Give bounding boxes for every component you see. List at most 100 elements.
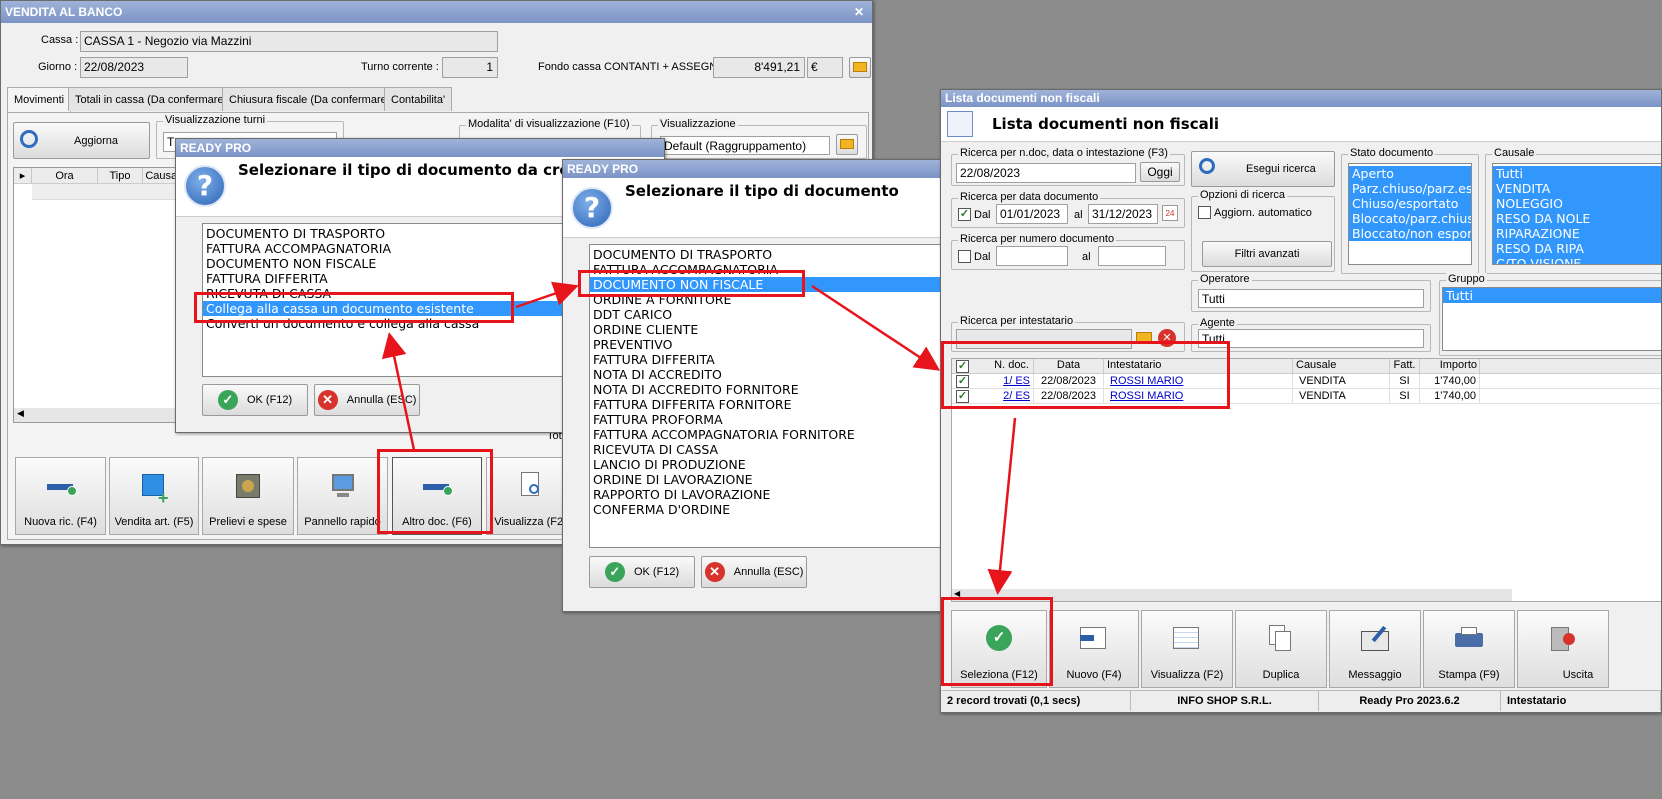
stato-list-item[interactable]: Aperto	[1349, 166, 1471, 181]
causale-list-item[interactable]: Tutti	[1493, 166, 1661, 181]
dal-checkbox[interactable]: ✓	[958, 208, 971, 221]
filtri-avanzati-button[interactable]: Filtri avanzati	[1202, 241, 1332, 267]
dialog2-list-item[interactable]: DOCUMENTO NON FISCALE	[590, 277, 958, 292]
vendita-art-button[interactable]: + Vendita art. (F5)	[109, 457, 199, 535]
dialog2-list-item[interactable]: ORDINE DI LAVORAZIONE	[590, 472, 958, 487]
dialog1-list-item[interactable]: FATTURA DIFFERITA	[203, 271, 565, 286]
seleziona-button[interactable]: ✓ Seleziona (F12)	[951, 610, 1047, 688]
gruppo-item[interactable]: Tutti	[1443, 288, 1661, 303]
stato-list-item[interactable]: Bloccato/non esportab	[1349, 226, 1471, 241]
dialog1-list-item[interactable]: FATTURA ACCOMPAGNATORIA	[203, 241, 565, 256]
table-row[interactable]: ✓ 2/ ES 22/08/2023 ROSSI MARIO VENDITA SI 1'74…	[952, 389, 1661, 404]
col-ora[interactable]: Ora	[32, 168, 98, 184]
tab-chiusura[interactable]: Chiusura fiscale (Da confermare)	[222, 87, 398, 111]
stato-list-item[interactable]: Bloccato/parz.chiuso	[1349, 211, 1471, 226]
dialog2-list-item[interactable]: PREVENTIVO	[590, 337, 958, 352]
dialog2-ok-button[interactable]: ✓ OK (F12)	[589, 556, 695, 588]
causale-list-item[interactable]: C/TO VISIONE	[1493, 256, 1661, 264]
cell-ndoc[interactable]: 2/ ES	[976, 389, 1034, 404]
operatore-select[interactable]: Tutti	[1198, 289, 1424, 308]
intestatario-input[interactable]	[956, 329, 1132, 349]
visualizza-lista-button[interactable]: Visualizza (F2)	[1141, 610, 1233, 688]
causale-list-item[interactable]: RIPARAZIONE	[1493, 226, 1661, 241]
stato-list[interactable]: ApertoParz.chiuso/parz.espoChiuso/esport…	[1348, 163, 1472, 265]
dialog2-list-item[interactable]: FATTURA DIFFERITA	[590, 352, 958, 367]
num-dal-checkbox[interactable]	[958, 250, 971, 263]
visualizzazione-select[interactable]: Default (Raggruppamento)	[660, 136, 830, 155]
col-fatt[interactable]: Fatt.	[1390, 359, 1420, 374]
dialog1-ok-button[interactable]: ✓ OK (F12)	[202, 384, 308, 416]
dialog2-list-item[interactable]: FATTURA ACCOMPAGNATORIA	[590, 262, 958, 277]
close-icon[interactable]: ✕	[854, 1, 864, 23]
dialog2-list-item[interactable]: FATTURA DIFFERITA FORNITORE	[590, 397, 958, 412]
dialog1-document-list[interactable]: DOCUMENTO DI TRASPORTO FATTURA ACCOMPAGNA…	[202, 223, 566, 377]
dialog2-list-item[interactable]: FATTURA ACCOMPAGNATORIA FORNITORE	[590, 427, 958, 442]
gruppo-list[interactable]: Tutti	[1442, 287, 1661, 351]
messaggio-button[interactable]: Messaggio	[1329, 610, 1421, 688]
num-al-input[interactable]	[1098, 246, 1166, 266]
dialog1-list-item[interactable]: DOCUMENTO DI TRASPORTO	[203, 226, 565, 241]
dialog2-list-item[interactable]: RAPPORTO DI LAVORAZIONE	[590, 487, 958, 502]
cell-intestatario[interactable]: ROSSI MARIO	[1107, 374, 1293, 389]
causale-list-item[interactable]: NOLEGGIO	[1493, 196, 1661, 211]
oggi-button[interactable]: Oggi	[1140, 162, 1180, 182]
dialog1-list-item[interactable]: DOCUMENTO NON FISCALE	[203, 256, 565, 271]
stato-list-item[interactable]: Parz.chiuso/parz.espo	[1349, 181, 1471, 196]
col-intestatario[interactable]: Intestatario	[1107, 359, 1293, 374]
visualizzazione-folder-button[interactable]	[836, 134, 858, 155]
documents-hscroll[interactable]: ◀	[952, 589, 1512, 601]
dialog2-list-item[interactable]: ORDINE CLIENTE	[590, 322, 958, 337]
dialog1-cancel-button[interactable]: ✕ Annulla (ESC)	[314, 384, 420, 416]
aggiorn-checkbox[interactable]	[1198, 206, 1211, 219]
dialog2-list-item[interactable]: DOCUMENTO DI TRASPORTO	[590, 247, 958, 262]
stampa-button[interactable]: Stampa (F9)	[1423, 610, 1515, 688]
causale-list-item[interactable]: VENDITA	[1493, 181, 1661, 196]
tab-totali[interactable]: Totali in cassa (Da confermare)	[68, 87, 235, 111]
dialog2-cancel-button[interactable]: ✕ Annulla (ESC)	[701, 556, 807, 588]
tab-contabilita[interactable]: Contabilita'	[384, 87, 453, 111]
dialog2-list-item[interactable]: DDT CARICO	[590, 307, 958, 322]
dialog1-list-item[interactable]: RICEVUTA DI CASSA	[203, 286, 565, 301]
table-row[interactable]: ✓ 1/ ES 22/08/2023 ROSSI MARIO VENDITA SI 1'74…	[952, 374, 1661, 389]
altro-doc-button[interactable]: Altro doc. (F6)	[392, 457, 482, 535]
cell-intestatario[interactable]: ROSSI MARIO	[1107, 389, 1293, 404]
dialog2-list-item[interactable]: RICEVUTA DI CASSA	[590, 442, 958, 457]
dialog2-list-item[interactable]: NOTA DI ACCREDITO	[590, 367, 958, 382]
clear-icon[interactable]: ✕	[1158, 329, 1176, 347]
dialog2-list-item[interactable]: NOTA DI ACCREDITO FORNITORE	[590, 382, 958, 397]
uscita-button[interactable]: Uscita	[1517, 610, 1609, 688]
col-ndoc[interactable]: N. doc.	[976, 359, 1034, 374]
nuova-ric-button[interactable]: Nuova ric. (F4)	[15, 457, 106, 535]
cell-ndoc[interactable]: 1/ ES	[976, 374, 1034, 389]
dialog2-list-item[interactable]: ORDINE A FORNITORE	[590, 292, 958, 307]
calendar-icon[interactable]: 24	[1162, 205, 1178, 221]
col-causale[interactable]: Causale	[1296, 359, 1390, 374]
num-dal-input[interactable]	[996, 246, 1068, 266]
folder-button[interactable]	[849, 57, 871, 78]
causale-list[interactable]: Tutti VENDITA NOLEGGIO RESO DA NOLE RIPARAZI…	[1492, 163, 1661, 265]
esegui-ricerca-button[interactable]: Esegui ricerca	[1191, 151, 1335, 187]
data-al-input[interactable]: 31/12/2023	[1088, 204, 1158, 224]
row-checkbox-icon[interactable]: ✓	[956, 375, 969, 388]
col-importo[interactable]: Importo	[1420, 359, 1480, 374]
grid-hscroll[interactable]: ◀	[14, 408, 187, 422]
col-tipo[interactable]: Tipo	[98, 168, 143, 184]
row-checkbox-icon[interactable]: ✓	[956, 390, 969, 403]
prelievi-button[interactable]: Prelievi e spese	[202, 457, 294, 535]
aggiorna-button[interactable]: Aggiorna	[13, 122, 150, 159]
folder-icon[interactable]	[1136, 332, 1152, 344]
col-data[interactable]: Data	[1034, 359, 1104, 374]
ricerca-input[interactable]: 22/08/2023	[956, 163, 1136, 183]
dialog2-document-list[interactable]: DOCUMENTO DI TRASPORTO FATTURA ACCOMPAGNA…	[589, 244, 959, 548]
select-all-checkbox[interactable]: ✓	[956, 360, 969, 373]
tab-movimenti[interactable]: Movimenti	[7, 87, 72, 113]
dialog1-list-item[interactable]: Converti un documento e collega alla cas…	[203, 316, 565, 331]
causale-list-item[interactable]: RESO DA NOLE	[1493, 211, 1661, 226]
dialog2-list-item[interactable]: CONFERMA D'ORDINE	[590, 502, 958, 517]
duplica-button[interactable]: Duplica	[1235, 610, 1327, 688]
dialog1-list-item[interactable]: Collega alla cassa un documento esistent…	[203, 301, 565, 316]
stato-list-item[interactable]: Chiuso/esportato	[1349, 196, 1471, 211]
pannello-rapido-button[interactable]: Pannello rapido	[297, 457, 388, 535]
causale-list-item[interactable]: RESO DA RIPA	[1493, 241, 1661, 256]
dialog2-list-item[interactable]: LANCIO DI PRODUZIONE	[590, 457, 958, 472]
